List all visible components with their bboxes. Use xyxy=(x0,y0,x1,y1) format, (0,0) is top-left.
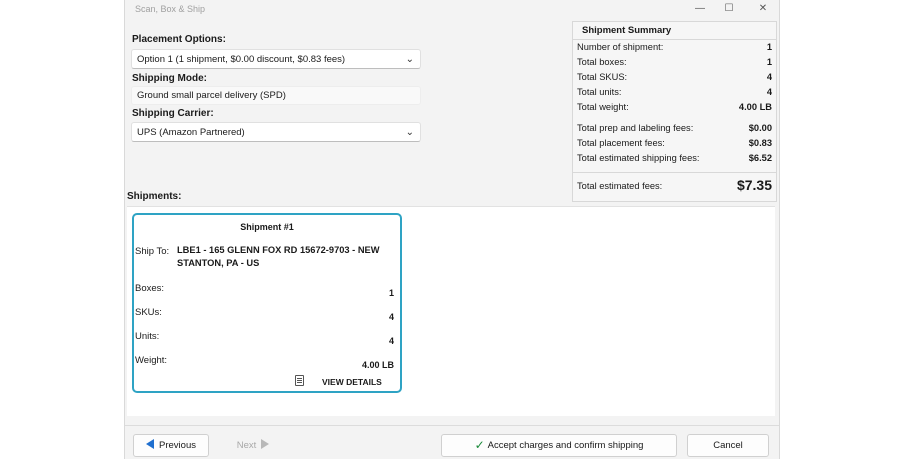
shipping-carrier-value: UPS (Amazon Partnered) xyxy=(137,127,245,138)
shipment-card[interactable]: Shipment #1 Ship To: LBE1 - 165 GLENN FO… xyxy=(132,213,402,393)
next-button[interactable]: Next xyxy=(225,434,281,457)
placement-options-value: Option 1 (1 shipment, $0.00 discount, $0… xyxy=(137,54,346,65)
shipments-label: Shipments: xyxy=(127,191,182,202)
summary-label: Total units: xyxy=(577,87,622,97)
footer-bar: Previous Next ✓ Accept charges and confir… xyxy=(125,425,779,459)
maximize-button[interactable]: ☐ xyxy=(721,2,737,16)
summary-value: 4 xyxy=(766,72,772,82)
previous-label: Previous xyxy=(159,440,196,451)
skus-value: 4 xyxy=(388,312,394,322)
summary-label: Total prep and labeling fees: xyxy=(577,123,694,133)
summary-label: Total weight: xyxy=(577,102,629,112)
summary-title: Shipment Summary xyxy=(573,22,776,40)
summary-divider xyxy=(573,172,776,173)
placement-options-dropdown[interactable]: Option 1 (1 shipment, $0.00 discount, $0… xyxy=(131,49,421,69)
boxes-value: 1 xyxy=(388,288,394,298)
cancel-label: Cancel xyxy=(713,440,743,451)
summary-value: 4.00 LB xyxy=(738,102,772,112)
summary-value: $6.52 xyxy=(748,153,772,163)
shipment-summary-panel: Shipment Summary Number of shipment: 1 T… xyxy=(572,21,777,202)
summary-value: 1 xyxy=(766,42,772,52)
document-icon[interactable] xyxy=(295,375,304,386)
summary-total-value: $7.35 xyxy=(736,177,772,193)
summary-value: 4 xyxy=(766,87,772,97)
ship-to-address: LBE1 - 165 GLENN FOX RD 15672-9703 - NEW… xyxy=(177,245,380,268)
shipping-mode-value: Ground small parcel delivery (SPD) xyxy=(137,90,286,101)
previous-button[interactable]: Previous xyxy=(133,434,209,457)
shipments-list: Shipment #1 Ship To: LBE1 - 165 GLENN FO… xyxy=(127,206,775,416)
summary-row-prep-fees: Total prep and labeling fees: $0.00 xyxy=(577,123,772,133)
summary-value: $0.00 xyxy=(748,123,772,133)
summary-value: 1 xyxy=(766,57,772,67)
ship-to-label: Ship To: xyxy=(135,246,170,257)
close-button[interactable]: ✕ xyxy=(755,2,771,16)
summary-row-units: Total units: 4 xyxy=(577,87,772,97)
summary-value: $0.83 xyxy=(748,138,772,148)
summary-label: Number of shipment: xyxy=(577,42,664,52)
accept-label: Accept charges and confirm shipping xyxy=(487,440,644,451)
shipping-carrier-label: Shipping Carrier: xyxy=(132,108,214,119)
shipment-title: Shipment #1 xyxy=(240,222,294,232)
summary-total-label: Total estimated fees: xyxy=(577,181,663,191)
minimize-button[interactable]: — xyxy=(692,2,708,16)
summary-label: Total placement fees: xyxy=(577,138,665,148)
summary-label: Total SKUS: xyxy=(577,72,628,82)
cancel-button[interactable]: Cancel xyxy=(687,434,769,457)
shipping-mode-label: Shipping Mode: xyxy=(132,73,207,84)
summary-row-boxes: Total boxes: 1 xyxy=(577,57,772,67)
summary-row-total: Total estimated fees: $7.35 xyxy=(577,177,772,193)
summary-label: Total boxes: xyxy=(577,57,627,67)
checkmark-icon: ✓ xyxy=(474,438,485,452)
accept-confirm-button[interactable]: ✓ Accept charges and confirm shipping xyxy=(441,434,677,457)
arrow-left-icon xyxy=(146,439,155,449)
summary-row-weight: Total weight: 4.00 LB xyxy=(577,102,772,112)
scan-box-ship-window: Scan, Box & Ship — ☐ ✕ Placement Options… xyxy=(124,0,780,459)
window-title: Scan, Box & Ship xyxy=(135,4,206,14)
chevron-down-icon: ⌄ xyxy=(405,54,414,65)
skus-label: SKUs: xyxy=(135,307,162,318)
arrow-right-icon xyxy=(261,439,270,449)
boxes-label: Boxes: xyxy=(135,283,165,294)
summary-row-placement-fees: Total placement fees: $0.83 xyxy=(577,138,772,148)
chevron-down-icon: ⌄ xyxy=(405,127,414,138)
summary-row-shipping-fees: Total estimated shipping fees: $6.52 xyxy=(577,153,772,163)
next-label: Next xyxy=(236,440,257,451)
title-bar: Scan, Box & Ship — ☐ ✕ xyxy=(125,0,779,18)
weight-value: 4.00 LB xyxy=(361,360,394,370)
weight-label: Weight: xyxy=(135,355,168,366)
shipping-mode-field: Ground small parcel delivery (SPD) xyxy=(131,86,421,105)
shipping-carrier-dropdown[interactable]: UPS (Amazon Partnered) ⌄ xyxy=(131,122,421,142)
summary-label: Total estimated shipping fees: xyxy=(577,153,700,163)
summary-row-skus: Total SKUS: 4 xyxy=(577,72,772,82)
view-details-link[interactable]: VIEW DETAILS xyxy=(322,377,382,387)
placement-options-label: Placement Options: xyxy=(132,34,226,45)
units-value: 4 xyxy=(388,336,394,346)
units-label: Units: xyxy=(135,331,160,342)
summary-row-shipments: Number of shipment: 1 xyxy=(577,42,772,52)
